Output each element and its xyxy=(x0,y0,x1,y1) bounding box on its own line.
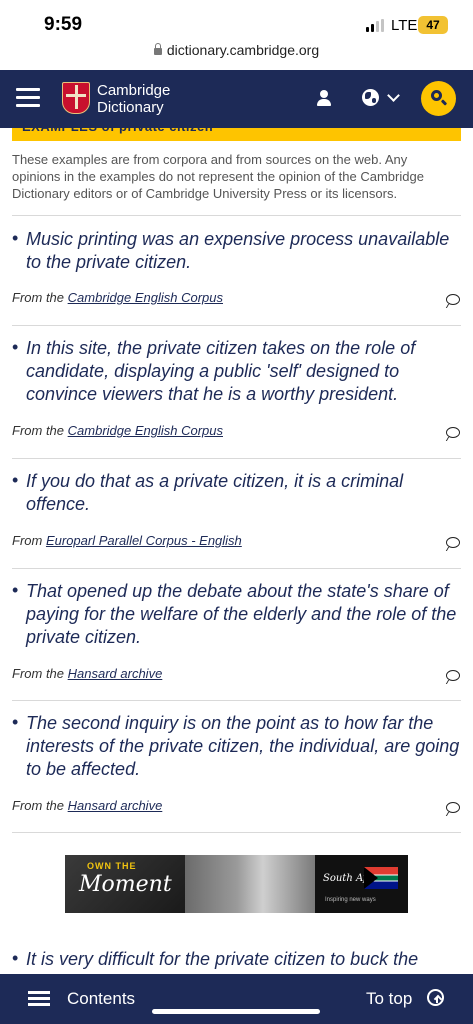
ad-brand-panel: South Africa Inspiring new ways xyxy=(315,855,408,913)
bullet: • xyxy=(12,712,19,732)
source-link[interactable]: Europarl Parallel Corpus - English xyxy=(46,533,242,548)
ad-headline: Moment xyxy=(79,872,172,897)
examples-disclaimer: These examples are from corpora and from… xyxy=(12,152,424,201)
example-source: From the Cambridge English Corpus xyxy=(12,290,223,305)
divider xyxy=(12,832,461,833)
status-bar: 9:59 LTE 47 xyxy=(0,0,473,40)
example-source: From the Cambridge English Corpus xyxy=(12,423,223,438)
comment-icon[interactable] xyxy=(446,427,460,438)
signal-icon xyxy=(366,19,386,32)
example-sentence: If you do that as a private citizen, it … xyxy=(26,471,404,514)
source-prefix: From the xyxy=(12,798,65,813)
bullet: • xyxy=(12,470,19,490)
divider xyxy=(12,215,461,216)
source-link[interactable]: Hansard archive xyxy=(68,666,163,681)
example-source: From Europarl Parallel Corpus - English xyxy=(12,533,242,548)
example-sentence: It is very difficult for the private cit… xyxy=(26,949,419,969)
contents-button[interactable]: Contents xyxy=(67,989,135,1009)
site-header: Cambridge Dictionary xyxy=(0,70,473,128)
menu-icon[interactable] xyxy=(16,88,40,108)
battery-indicator: 47 xyxy=(418,16,448,34)
search-button[interactable] xyxy=(421,81,456,116)
source-link[interactable]: Cambridge English Corpus xyxy=(68,423,223,438)
arrow-up-icon[interactable] xyxy=(427,989,444,1006)
ad-text-panel: OWN THE Moment xyxy=(65,855,185,913)
chevron-down-icon[interactable] xyxy=(387,89,400,102)
globe-icon[interactable] xyxy=(362,89,379,106)
ad-tag: OWN THE xyxy=(87,861,137,871)
address-bar[interactable]: dictionary.cambridge.org xyxy=(0,42,473,66)
divider xyxy=(12,458,461,459)
bullet: • xyxy=(12,948,19,968)
comment-icon[interactable] xyxy=(446,802,460,813)
site-logo-text[interactable]: Cambridge Dictionary xyxy=(97,82,170,116)
to-top-button[interactable]: To top xyxy=(366,989,412,1009)
source-link[interactable]: Cambridge English Corpus xyxy=(68,290,223,305)
south-africa-flag-icon xyxy=(364,867,398,889)
lock-icon xyxy=(153,43,162,55)
contents-menu-icon[interactable] xyxy=(28,991,50,1007)
source-prefix: From the xyxy=(12,290,65,305)
source-prefix: From xyxy=(12,533,43,548)
divider xyxy=(12,325,461,326)
divider xyxy=(12,568,461,569)
logo-line-2: Dictionary xyxy=(97,99,164,116)
example-sentence: Music printing was an expensive process … xyxy=(26,229,450,272)
comment-icon[interactable] xyxy=(446,670,460,681)
example-sentence: In this site, the private citizen takes … xyxy=(26,338,416,404)
home-indicator[interactable] xyxy=(152,1009,320,1014)
user-icon[interactable] xyxy=(316,90,332,106)
example-source: From the Hansard archive xyxy=(12,798,162,813)
source-prefix: From the xyxy=(12,666,65,681)
example-sentence: The second inquiry is on the point as to… xyxy=(26,713,460,779)
ad-banner[interactable]: OWN THE Moment South Africa Inspiring ne… xyxy=(65,855,408,913)
bullet: • xyxy=(12,228,19,248)
bullet: • xyxy=(12,580,19,600)
ad-slogan: Inspiring new ways xyxy=(325,897,376,903)
cambridge-crest-logo[interactable] xyxy=(62,82,90,114)
comment-icon[interactable] xyxy=(446,294,460,305)
logo-line-1: Cambridge xyxy=(97,82,171,99)
ad-photo xyxy=(185,855,315,913)
url-text: dictionary.cambridge.org xyxy=(166,42,320,58)
comment-icon[interactable] xyxy=(446,537,460,548)
status-time: 9:59 xyxy=(44,14,83,35)
bullet: • xyxy=(12,337,19,357)
example-sentence: That opened up the debate about the stat… xyxy=(26,581,457,647)
source-prefix: From the xyxy=(12,423,65,438)
example-source: From the Hansard archive xyxy=(12,666,162,681)
source-link[interactable]: Hansard archive xyxy=(68,798,163,813)
bottom-navigation-bar: Contents To top xyxy=(0,974,473,1024)
divider xyxy=(12,700,461,701)
network-label: LTE xyxy=(391,17,418,34)
